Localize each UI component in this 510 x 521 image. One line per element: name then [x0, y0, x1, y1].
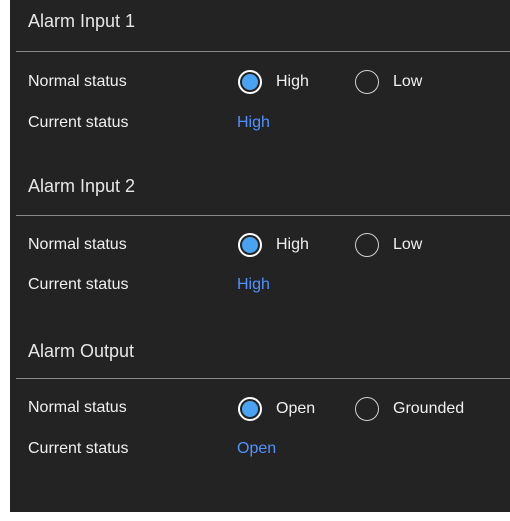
section-divider: [16, 378, 510, 379]
section-divider: [16, 51, 510, 52]
radio-unchecked-icon: [355, 70, 379, 94]
alarm-input-1-high-radio[interactable]: High: [238, 70, 309, 94]
radio-label-low: Low: [393, 236, 423, 253]
alarm-input-2-high-radio[interactable]: High: [238, 233, 309, 257]
alarm-settings-panel: Alarm Input 1 Normal status High Low Cur…: [10, 0, 510, 512]
alarm-input-2-title: Alarm Input 2: [28, 176, 136, 196]
alarm-input-1-title: Alarm Input 1: [28, 11, 136, 31]
radio-label-high: High: [276, 236, 309, 253]
radio-label-open: Open: [276, 400, 316, 417]
normal-status-label: Normal status: [28, 236, 127, 253]
current-status-label: Current status: [28, 114, 129, 131]
section-divider: [16, 215, 510, 216]
current-status-label: Current status: [28, 440, 129, 457]
current-status-value: High: [237, 114, 270, 131]
alarm-output-grounded-radio[interactable]: Grounded: [355, 397, 464, 421]
radio-unchecked-icon: [355, 233, 379, 257]
radio-label-low: Low: [393, 73, 423, 90]
alarm-input-1-low-radio[interactable]: Low: [355, 70, 422, 94]
current-status-value: High: [237, 276, 270, 293]
current-status-label: Current status: [28, 276, 129, 293]
radio-checked-icon: [238, 397, 262, 421]
radio-checked-icon: [238, 70, 262, 94]
normal-status-label: Normal status: [28, 73, 127, 90]
radio-unchecked-icon: [355, 397, 379, 421]
alarm-output-open-radio[interactable]: Open: [238, 397, 315, 421]
radio-label-grounded: Grounded: [393, 400, 465, 417]
radio-checked-icon: [238, 233, 262, 257]
alarm-output-title: Alarm Output: [28, 341, 135, 361]
normal-status-label: Normal status: [28, 399, 127, 416]
radio-label-high: High: [276, 73, 309, 90]
current-status-value: Open: [237, 440, 277, 457]
alarm-input-2-low-radio[interactable]: Low: [355, 233, 422, 257]
